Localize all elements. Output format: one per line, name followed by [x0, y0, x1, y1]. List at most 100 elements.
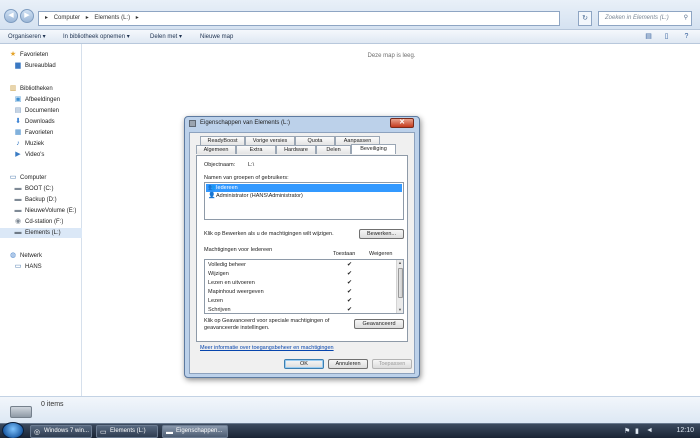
list-item[interactable]: 👥 Iedereen [206, 184, 402, 192]
scroll-thumb[interactable] [398, 268, 403, 298]
back-button[interactable]: ◀ [4, 9, 18, 23]
more-info-link[interactable]: Meer informatie over toegangsbeheer en m… [200, 345, 334, 351]
tab-security[interactable]: Beveiliging [351, 144, 396, 154]
search-input[interactable]: Zoeken in Elements (L:) ⚲ [598, 11, 692, 26]
network-icon[interactable]: ▮ [635, 427, 639, 435]
address-field[interactable]: ▸ Computer ▸ Elements (L:) ▸ [38, 11, 560, 26]
tab-general[interactable]: Algemeen [196, 145, 236, 154]
computer-icon: ▭ [9, 174, 17, 181]
pictures-icon: ▣ [14, 96, 22, 103]
sidebar-item-videos[interactable]: ▶ Video's [0, 150, 82, 160]
sidebar-item-drive-c[interactable]: ▬ BOOT (C:) [0, 184, 82, 194]
sidebar-computer-header[interactable]: ▭ Computer [0, 173, 82, 183]
hard-drive-icon: ▬ [14, 196, 22, 203]
sidebar-item-favorites[interactable]: ▦ Favorieten [0, 128, 82, 138]
taskbar-item-explorer[interactable]: ▭ Elements (L:) [96, 425, 158, 438]
taskbar-item-browser[interactable]: ◎ Windows 7 win... [30, 425, 92, 438]
taskbar-item-properties[interactable]: ▬ Eigenschappen... [162, 425, 228, 438]
hard-drive-icon: ▬ [14, 185, 22, 192]
tab-hardware[interactable]: Hardware [276, 145, 316, 154]
start-button[interactable] [2, 422, 24, 438]
checkmark-icon: ✔ [347, 298, 353, 304]
checkmark-icon: ✔ [347, 280, 353, 286]
checkmark-icon: ✔ [347, 307, 353, 313]
volume-icon[interactable]: ◄ [646, 427, 653, 434]
advanced-button[interactable]: Geavanceerd [354, 319, 404, 329]
tab-quota[interactable]: Quota [295, 136, 335, 145]
sidebar-item-downloads[interactable]: ⬇ Downloads [0, 117, 82, 127]
computer-icon: ▭ [14, 263, 22, 270]
breadcrumb-arrow-icon: ▸ [45, 15, 49, 21]
breadcrumb-elements[interactable]: Elements (L:) [94, 15, 130, 21]
close-button[interactable]: ✕ [390, 118, 414, 128]
sidebar-item-drive-d[interactable]: ▬ Backup (D:) [0, 195, 82, 205]
tab-previous-versions[interactable]: Vorige versies [245, 136, 295, 145]
breadcrumb-separator[interactable]: ▸ [86, 15, 89, 21]
checkmark-icon: ✔ [347, 289, 353, 295]
browser-icon: ◎ [34, 429, 41, 436]
tab-sharing[interactable]: Delen [316, 145, 351, 154]
properties-dialog: Eigenschappen van Elements (L:) ✕ ReadyB… [184, 116, 420, 378]
tab-tools[interactable]: Extra [236, 145, 276, 154]
external-drive-icon: ▬ [14, 229, 22, 236]
sidebar-favorites-header[interactable]: ★ Favorieten [0, 50, 82, 60]
sidebar-libraries-header[interactable]: ▥ Bibliotheken [0, 84, 82, 94]
flag-icon[interactable]: ⚑ [624, 427, 630, 435]
checkmark-icon: ✔ [347, 271, 353, 277]
sidebar-item-drive-e[interactable]: ▬ NieuweVolume (E:) [0, 206, 82, 216]
user-icon: 👤 [208, 193, 216, 199]
system-tray: ⚑ ▮ ◄ 12:10 [620, 424, 700, 438]
include-in-library-button[interactable]: In bibliotheek opnemen ▾ [63, 32, 130, 42]
desktop-icon: ▆ [15, 62, 21, 69]
preview-pane-icon[interactable]: ▯ [662, 32, 671, 41]
sidebar-item-pictures[interactable]: ▣ Afbeeldingen [0, 95, 82, 105]
permissions-list[interactable]: Volledig beheer ✔ Wijzigen ✔ Lezen en ui… [204, 259, 404, 314]
groups-list[interactable]: 👥 Iedereen 👤 Administrator (HANS\Adminis… [204, 182, 404, 220]
view-options-icon[interactable]: ▤ [644, 32, 653, 41]
navigation-pane: ★ Favorieten ▆ Bureaublad ▥ Bibliotheken… [0, 44, 82, 396]
clock[interactable]: 12:10 [676, 427, 694, 434]
breadcrumb-computer[interactable]: Computer [54, 15, 80, 21]
breadcrumb-separator[interactable]: ▸ [136, 15, 139, 21]
allow-header: Toestaan [333, 251, 356, 257]
search-icon: ⚲ [683, 15, 688, 21]
item-count: 0 items [41, 401, 64, 408]
empty-folder-message: Deze map is leeg. [367, 53, 416, 59]
table-row: Mapinhoud weergeven ✔ [208, 289, 353, 295]
drive-icon: ▬ [166, 429, 173, 436]
ok-button[interactable]: OK [284, 359, 324, 369]
sidebar-item-music[interactable]: ♪ Muziek [0, 139, 82, 149]
sidebar-item-drive-f[interactable]: ◉ Cd-station (F:) [0, 217, 82, 227]
hard-drive-icon: ▬ [14, 207, 22, 214]
sidebar-item-desktop[interactable]: ▆ Bureaublad [0, 61, 82, 71]
edit-button[interactable]: Bewerken... [359, 229, 404, 239]
apply-button[interactable]: Toepassen [372, 359, 412, 369]
organize-button[interactable]: Organiseren ▾ [8, 32, 46, 42]
checkmark-icon: ✔ [347, 262, 353, 268]
scroll-down-icon[interactable]: ▼ [397, 307, 403, 313]
help-icon[interactable]: ? [682, 32, 691, 41]
forward-button[interactable]: ▶ [20, 9, 34, 23]
table-row: Volledig beheer ✔ [208, 262, 353, 268]
share-with-button[interactable]: Delen met ▾ [150, 32, 182, 42]
sidebar-network-header[interactable]: ◍ Netwerk [0, 251, 82, 261]
dialog-title-bar[interactable]: Eigenschappen van Elements (L:) ✕ [185, 117, 419, 130]
sidebar-item-hans[interactable]: ▭ HANS [0, 262, 82, 272]
refresh-icon[interactable]: ↻ [578, 11, 592, 26]
users-icon: 👥 [208, 185, 216, 191]
sidebar-item-documents[interactable]: ▤ Documenten [0, 106, 82, 116]
new-folder-button[interactable]: Nieuwe map [200, 32, 233, 42]
video-icon: ▶ [15, 151, 21, 158]
sidebar-item-drive-l[interactable]: ▬ Elements (L:) [0, 228, 82, 238]
tab-readyboost[interactable]: ReadyBoost [200, 136, 245, 145]
cancel-button[interactable]: Annuleren [328, 359, 368, 369]
security-panel: Objectnaam: L:\ Namen van groepen of geb… [196, 155, 408, 342]
list-item[interactable]: 👤 Administrator (HANS\Administrator) [206, 192, 402, 200]
dialog-title: Eigenschappen van Elements (L:) [200, 120, 291, 126]
command-bar: Organiseren ▾ In bibliotheek opnemen ▾ D… [0, 30, 700, 44]
permissions-scrollbar[interactable]: ▲ ▼ [396, 260, 403, 313]
star-icon: ★ [9, 51, 17, 58]
downloads-icon: ⬇ [15, 118, 21, 125]
scroll-up-icon[interactable]: ▲ [397, 260, 403, 266]
table-row: Schrijven ✔ [208, 307, 353, 313]
